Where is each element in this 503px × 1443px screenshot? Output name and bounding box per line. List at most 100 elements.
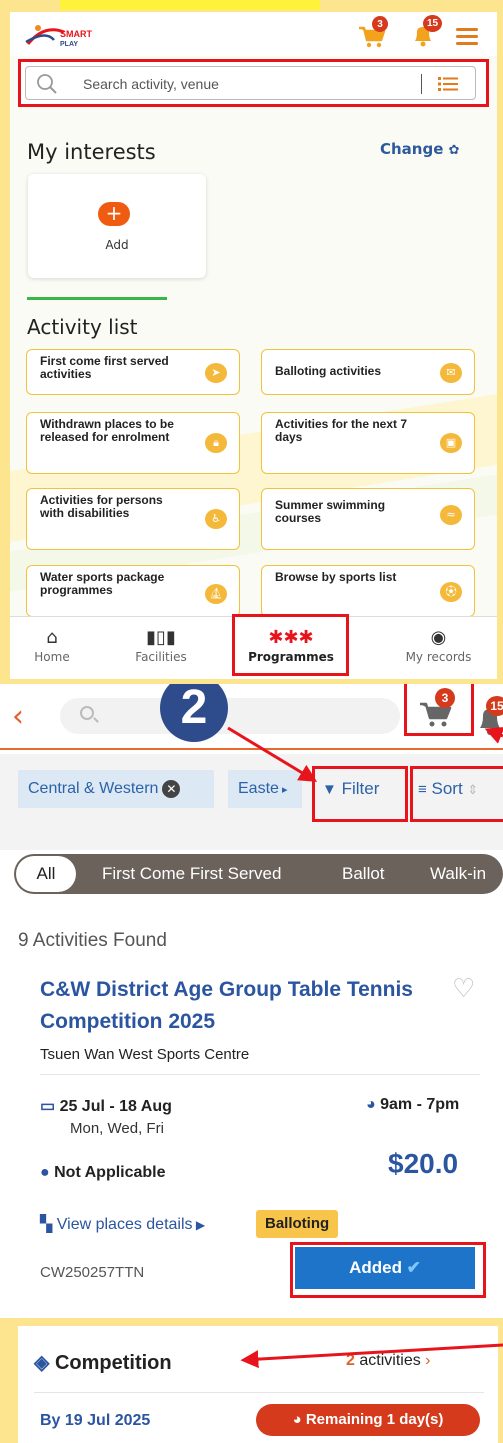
activity-item-label: Withdrawn places to be released for enro… (40, 417, 174, 444)
programmes-highlight-box (232, 614, 349, 676)
activity-days: Mon, Wed, Fri (70, 1120, 164, 1137)
chip-label: Easte (238, 780, 279, 797)
activity-item-label: Activities for the next 7 days (275, 417, 408, 444)
activity-item-label: Balloting activities (275, 364, 382, 378)
category-title: ◈ Competition (34, 1350, 172, 1375)
status-badge: Balloting (256, 1210, 339, 1238)
cart-count-badge: 3 (372, 16, 388, 32)
notification-count-badge: 15 (423, 15, 442, 32)
booking-type-tabs: All First Come First Served Ballot Walk-… (14, 854, 503, 894)
category-count-suffix: activities (359, 1352, 421, 1369)
logo-text-top: SMART (60, 29, 92, 39)
notification-button[interactable]: 15 (476, 696, 503, 736)
favourite-heart-icon[interactable]: ♡ (452, 974, 475, 1004)
view-places-text: View places details (56, 1216, 193, 1233)
chevron-right-icon: ▸ (278, 784, 288, 796)
category-count-number: 2 (346, 1352, 355, 1369)
activity-item-browse-sports[interactable]: Browse by sports list ⚽︎ (261, 565, 475, 617)
chevron-right-icon: ▶ (192, 1218, 206, 1232)
interests-title: My interests (27, 140, 156, 164)
lock-icon: 🔒︎ (205, 433, 227, 453)
category-count[interactable]: 2 activities › (346, 1352, 431, 1370)
activity-item-label: Browse by sports list (275, 570, 397, 584)
calendar-icon: ▭ (40, 1098, 60, 1115)
tab-all[interactable]: All (16, 856, 76, 892)
add-interest-label: Add (105, 238, 129, 252)
activity-item-label: Summer swimming courses (275, 498, 386, 525)
ball-icon: ⚽︎ (440, 582, 462, 602)
card-divider (34, 1392, 484, 1393)
tab-first-come-first-served[interactable]: First Come First Served (102, 854, 281, 894)
layers-icon: ◈ (34, 1352, 55, 1374)
nav-label: Home (34, 650, 70, 664)
logo-text-bottom: PLAY (60, 41, 78, 48)
hamburger-menu-icon[interactable] (456, 28, 478, 45)
activity-item-next-7-days[interactable]: Activities for the next 7 days ▣ (261, 412, 475, 474)
activity-item-disabilities[interactable]: Activities for persons with disabilities… (26, 488, 240, 550)
calendar-icon: ▣ (440, 433, 462, 453)
deadline-text: By 19 Jul 2025 (40, 1412, 151, 1429)
activity-title[interactable]: C&W District Age Group Table Tennis Comp… (40, 974, 440, 1038)
nav-label: Facilities (135, 650, 187, 664)
card-divider (40, 1074, 480, 1075)
programme-search-input[interactable] (60, 698, 400, 734)
activity-item-withdrawn[interactable]: Withdrawn places to be released for enro… (26, 412, 240, 474)
notification-count-badge: 15 (486, 696, 503, 716)
person-icon: ● (40, 1164, 55, 1181)
ballot-box-icon: ✉ (440, 363, 462, 383)
activity-item-swimming[interactable]: Summer swimming courses ≈ (261, 488, 475, 550)
activity-item-water-sports[interactable]: Water sports package programmes ⛵︎ (26, 565, 240, 617)
view-places-link[interactable]: ▚ View places details ▶ (40, 1214, 205, 1234)
chevron-right-icon: › (420, 1352, 431, 1369)
clock-icon: ◕ (366, 1096, 381, 1113)
remaining-text: Remaining 1 day(s) (305, 1411, 444, 1428)
gear-icon: ✿ (448, 143, 460, 158)
close-icon[interactable]: ✕ (162, 779, 181, 798)
cart-highlight-box (404, 684, 474, 736)
cart-category-card[interactable]: ◈ Competition 2 activities › By 19 Jul 2… (18, 1326, 498, 1443)
activity-price: $20.0 (388, 1148, 459, 1179)
search-icon (80, 706, 94, 720)
tab-walk-in[interactable]: Walk-in (430, 854, 486, 894)
results-count: 9 Activities Found (18, 930, 167, 951)
change-interests-link[interactable]: Change ✿ (380, 140, 460, 158)
activity-item-label: Activities for persons with disabilities (40, 493, 163, 520)
tab-ballot[interactable]: Ballot (342, 854, 385, 894)
section-divider (27, 297, 167, 300)
eye-icon: ◉ (430, 627, 447, 648)
nav-item-home[interactable]: ⌂ Home (10, 617, 94, 679)
home-icon: ⌂ (46, 627, 58, 648)
back-chevron-icon[interactable]: ‹ (12, 702, 24, 732)
category-text: Competition (54, 1352, 172, 1374)
activity-item-label: First come first served activities (40, 354, 169, 381)
nav-item-facilities[interactable]: ▮▯▮ Facilities (106, 617, 216, 679)
district-chip-central-western[interactable]: Central & Western ✕ (18, 770, 214, 808)
cart-button[interactable]: 3 (357, 16, 388, 48)
filter-highlight-box (312, 766, 408, 822)
plus-icon: + (98, 202, 130, 226)
search-highlight-box (18, 59, 489, 107)
notification-button[interactable]: 15 (410, 15, 442, 50)
activity-time: ◕ 9am - 7pm (366, 1096, 459, 1114)
remaining-days-badge: ◕ Remaining 1 day(s) (256, 1404, 480, 1436)
district-chip-eastern[interactable]: Easte ▸ (228, 770, 302, 808)
activity-date: ▭ 25 Jul - 18 Aug (40, 1096, 172, 1116)
add-interest-card[interactable]: + Add (28, 174, 206, 278)
smartplay-logo[interactable]: SMART PLAY (24, 20, 114, 50)
boat-icon: ⛵︎ (205, 584, 227, 604)
activity-code: CW250257TTN (40, 1264, 145, 1281)
activity-venue: Tsuen Wan West Sports Centre (40, 1046, 250, 1063)
nav-item-my-records[interactable]: ◉ My records (380, 617, 497, 679)
paper-plane-icon: ➤ (205, 363, 227, 383)
facilities-icon: ▮▯▮ (146, 627, 176, 648)
activity-item-first-come[interactable]: First come first served activities ➤ (26, 349, 240, 395)
time-text: 9am - 7pm (380, 1096, 460, 1113)
chip-label: Central & Western (28, 780, 159, 797)
date-text: 25 Jul - 18 Aug (59, 1098, 172, 1115)
activity-item-balloting[interactable]: Balloting activities ✉ (261, 349, 475, 395)
app-header: SMART PLAY 3 15 (10, 12, 497, 56)
activity-card[interactable]: C&W District Age Group Table Tennis Comp… (18, 974, 498, 1318)
added-highlight-box (290, 1242, 486, 1298)
activity-list-title: Activity list (27, 315, 138, 339)
eligibility: ● Not Applicable (40, 1164, 166, 1182)
